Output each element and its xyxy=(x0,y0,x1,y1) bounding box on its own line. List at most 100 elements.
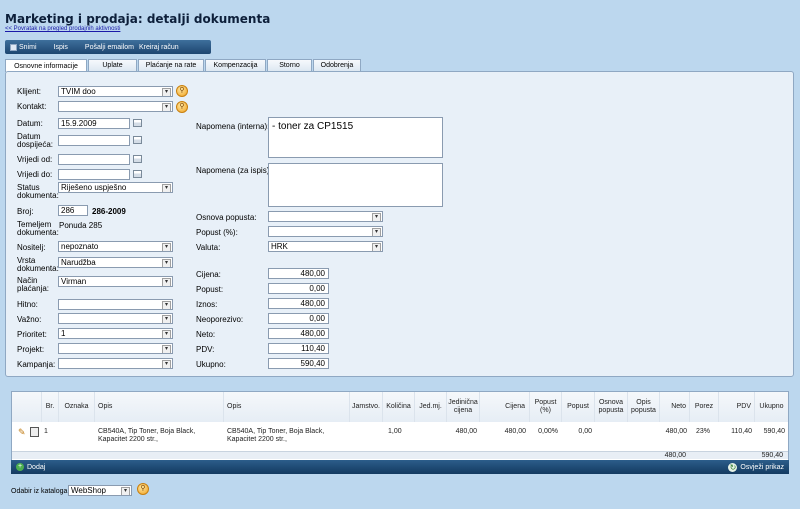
grid-header-opis[interactable]: Opis xyxy=(95,392,224,422)
vrijedi-do-calendar-icon[interactable] xyxy=(133,170,142,178)
popust-input[interactable]: 0,00 xyxy=(268,283,329,294)
popust-pct-select[interactable] xyxy=(268,226,383,237)
edit-icon[interactable]: ✎ xyxy=(18,428,26,437)
datum-dospijeca-input[interactable] xyxy=(58,135,130,146)
toolbar: Snimi Ispis Pošalji emailom Kreiraj raču… xyxy=(5,40,211,54)
datum-dospijeca-calendar-icon[interactable] xyxy=(133,136,142,144)
grid-header-jedinicna-cijena[interactable]: Jedinična cijena xyxy=(447,392,480,422)
create-invoice-button[interactable]: Kreiraj račun xyxy=(139,44,184,51)
tab-uplate[interactable]: Uplate xyxy=(88,59,137,71)
temeljem-value: Ponuda 285 xyxy=(59,221,103,230)
row-porez: 23% xyxy=(696,428,711,435)
back-link[interactable]: << Povratak na pregled prodajnih aktivno… xyxy=(5,26,120,32)
kampanja-select[interactable] xyxy=(58,358,173,369)
hitno-select[interactable] xyxy=(58,299,173,310)
vrijedi-od-input[interactable] xyxy=(58,154,130,165)
projekt-select[interactable] xyxy=(58,343,173,354)
refresh-icon: ↻ xyxy=(728,462,738,472)
valuta-select[interactable]: HRK xyxy=(268,241,383,252)
popust-pct-label: Popust (%): xyxy=(196,228,238,237)
prioritet-select[interactable]: 1 xyxy=(58,328,173,339)
vrijedi-od-label: Vrijedi od: xyxy=(17,155,53,164)
grid-header-osnova-popusta[interactable]: Osnova popusta xyxy=(595,392,628,422)
tab-kompenzacija[interactable]: Kompenzacija xyxy=(205,59,266,71)
vrsta-select[interactable]: Narudžba xyxy=(58,257,173,268)
cijena-input[interactable]: 480,00 xyxy=(268,268,329,279)
nositelj-select[interactable]: nepoznato xyxy=(58,241,173,252)
grid-header-neto[interactable]: Neto xyxy=(660,392,690,422)
neto-input[interactable]: 480,00 xyxy=(268,328,329,339)
grid-header-opis-popusta[interactable]: Opis popusta xyxy=(628,392,660,422)
row-popust-pct: 0,00% xyxy=(538,428,558,435)
email-button[interactable]: Pošalji emailom xyxy=(73,44,139,51)
grid-header-popust-pct[interactable]: Popust (%) xyxy=(530,392,562,422)
vrijedi-od-calendar-icon[interactable] xyxy=(133,155,142,163)
vazno-select[interactable] xyxy=(58,313,173,324)
print-button[interactable]: Ispis xyxy=(42,44,73,51)
catalog-select[interactable]: WebShop xyxy=(68,485,132,496)
nositelj-label: Nositelj: xyxy=(17,243,46,252)
grid-header-oznaka[interactable]: Oznaka xyxy=(59,392,95,422)
document-icon[interactable] xyxy=(30,427,39,437)
grid-header-ukupno[interactable]: Ukupno xyxy=(755,392,788,422)
valuta-label: Valuta: xyxy=(196,243,221,252)
popust-label: Popust: xyxy=(196,285,224,294)
osnova-popusta-select[interactable] xyxy=(268,211,383,222)
total-neto: 480,00 xyxy=(664,452,686,459)
iznos-input[interactable]: 480,00 xyxy=(268,298,329,309)
pdv-input[interactable]: 110,40 xyxy=(268,343,329,354)
grid-header-jedmj[interactable]: Jed.mj. xyxy=(415,392,447,422)
grid-header-porez[interactable]: Porez xyxy=(690,392,719,422)
status-label: Status dokumenta: xyxy=(17,183,59,200)
grid-header-jamstvo[interactable]: Jamstvo. xyxy=(350,392,383,422)
vrijedi-do-label: Vrijedi do: xyxy=(17,170,53,179)
row-cijena: 480,00 xyxy=(504,428,526,435)
neoporezivo-input[interactable]: 0,00 xyxy=(268,313,329,324)
vazno-label: Važno: xyxy=(17,315,42,324)
catalog-label: Odabir iz kataloga: xyxy=(11,488,70,495)
grid-header-kolicina[interactable]: Količina xyxy=(383,392,415,422)
napomena-interna-textarea[interactable]: - toner za CP1515 xyxy=(268,117,443,158)
datum-input[interactable]: 15.9.2009 xyxy=(58,118,130,129)
add-item-button[interactable]: + Dodaj xyxy=(16,463,45,471)
vrijedi-do-input[interactable] xyxy=(58,169,130,180)
row-pdv: 110,40 xyxy=(731,428,752,435)
grid-header-popust[interactable]: Popust xyxy=(562,392,595,422)
grid-header-pdv[interactable]: PDV xyxy=(719,392,755,422)
tab-placanje-na-rate[interactable]: Plaćanje na rate xyxy=(138,59,204,71)
klijent-search-icon[interactable]: ⚲ xyxy=(176,85,188,97)
row-jedinicna: 480,00 xyxy=(455,428,477,435)
row-neto: 480,00 xyxy=(665,428,687,435)
grid-totals: 480,00 590,40 xyxy=(12,451,788,459)
row-ukupno: 590,40 xyxy=(763,428,785,435)
refresh-button[interactable]: ↻ Osvježi prikaz xyxy=(728,462,784,472)
row-opis: CB540A, Tip Toner, Boja Black, Kapacitet… xyxy=(98,428,196,443)
iznos-label: Iznos: xyxy=(196,300,218,309)
ukupno-label: Ukupno: xyxy=(196,360,226,369)
kontakt-search-icon[interactable]: ⚲ xyxy=(176,101,188,113)
broj-full: 286-2009 xyxy=(92,207,126,216)
neto-label: Neto: xyxy=(196,330,216,339)
datum-calendar-icon[interactable] xyxy=(133,119,142,127)
kampanja-label: Kampanja: xyxy=(17,360,56,369)
tab-storno[interactable]: Storno xyxy=(267,59,312,71)
kontakt-select[interactable] xyxy=(58,101,173,112)
nacin-select[interactable]: Virman xyxy=(58,276,173,287)
klijent-select[interactable]: TVIM doo xyxy=(58,86,173,97)
catalog-search-icon[interactable]: ⚲ xyxy=(137,483,149,495)
save-icon xyxy=(10,43,17,51)
grid-header-opis-2[interactable]: Opis xyxy=(224,392,350,422)
ukupno-input[interactable]: 590,40 xyxy=(268,358,329,369)
grid-header-br[interactable]: Br. xyxy=(42,392,59,422)
vrsta-label: Vrsta dokumenta: xyxy=(17,256,59,273)
total-ukupno: 590,40 xyxy=(761,452,783,459)
status-select[interactable]: Riješeno uspješno xyxy=(58,182,173,193)
grid-header-cijena[interactable]: Cijena xyxy=(480,392,530,422)
save-button[interactable]: Snimi xyxy=(5,43,42,51)
pdv-label: PDV: xyxy=(196,345,215,354)
broj-input[interactable]: 286 xyxy=(58,205,88,216)
napomena-ispis-label: Napomena (za ispis): xyxy=(196,166,272,175)
napomena-ispis-textarea[interactable] xyxy=(268,163,443,207)
prioritet-label: Prioritet: xyxy=(17,330,47,339)
tab-odobrenja[interactable]: Odobrenja xyxy=(313,59,361,71)
